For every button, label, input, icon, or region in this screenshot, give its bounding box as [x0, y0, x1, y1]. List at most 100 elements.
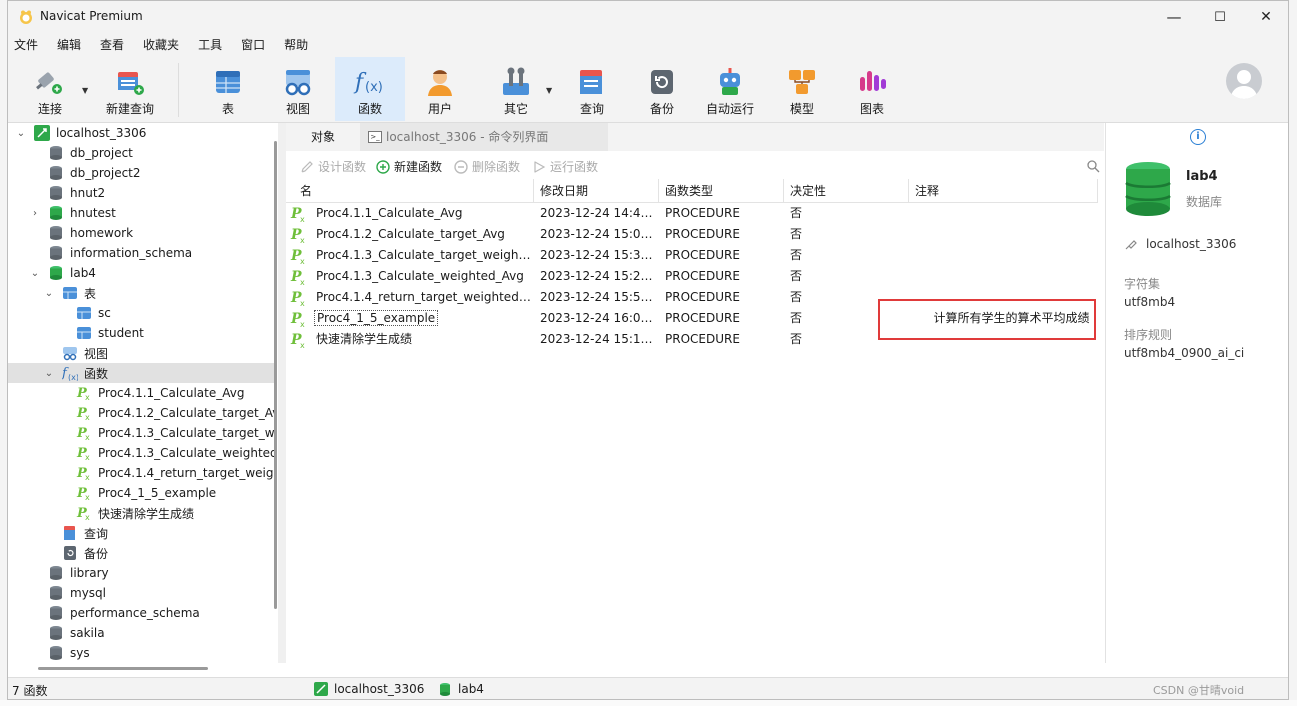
tree-table-node[interactable]: student [8, 323, 274, 343]
tree-database-node[interactable]: sakila [8, 623, 274, 643]
tree-tables-folder[interactable]: ⌄ 表 [8, 283, 274, 303]
tree-function-node[interactable]: Px Proc4.1.1_Calculate_Avg [8, 383, 274, 403]
tree-views-folder[interactable]: 视图 [8, 343, 274, 363]
toolbar-query-button[interactable]: 查询 [570, 57, 614, 121]
connect-dropdown-icon[interactable]: ▼ [82, 86, 88, 95]
table-row[interactable]: Px Proc4.1.3_Calculate_weighted_Avg 2023-1… [286, 266, 1098, 287]
new-function-button[interactable]: 新建函数 [376, 158, 442, 175]
menu-favorites[interactable]: 收藏夹 [137, 33, 190, 57]
chevron-right-icon[interactable]: › [30, 208, 40, 219]
tree-database-node[interactable]: mysql [8, 583, 274, 603]
others-dropdown-icon[interactable]: ▼ [546, 86, 552, 95]
tree-database-node[interactable]: ⌄ lab4 [8, 263, 274, 283]
column-modified-date[interactable]: 修改日期 [534, 179, 659, 203]
database-icon [50, 246, 62, 260]
tree-database-node[interactable]: hnut2 [8, 183, 274, 203]
menu-edit[interactable]: 编辑 [51, 33, 92, 57]
user-avatar[interactable] [1226, 63, 1262, 99]
tab-bar: 对象 >_ localhost_3306 - 命令列界面 [286, 123, 1104, 151]
menu-help[interactable]: 帮助 [278, 33, 319, 57]
tree-node-label: db_project [70, 146, 133, 160]
toolbar-chart-button[interactable]: 图表 [850, 57, 894, 121]
chevron-down-icon[interactable]: ⌄ [16, 128, 26, 139]
toolbar-backup-button[interactable]: 备份 [640, 57, 684, 121]
tree-table-node[interactable]: sc [8, 303, 274, 323]
tree-database-node[interactable]: db_project [8, 143, 274, 163]
tree-function-node[interactable]: Px Proc4.1.3_Calculate_target_weig [8, 423, 276, 443]
navigation-tree: ⌄ localhost_3306 db_project db_project2 hnut… [8, 123, 276, 663]
toolbar-automation-button[interactable]: 自动运行 [702, 57, 758, 121]
tree-database-node[interactable]: library [8, 563, 274, 583]
toolbar-function-button[interactable]: f (x) 函数 [335, 57, 405, 121]
svg-text:x: x [300, 341, 305, 349]
tree-horizontal-scrollbar[interactable] [38, 667, 208, 670]
toolbar-user-button[interactable]: 用户 [418, 57, 462, 121]
tree-database-node[interactable]: db_project2 [8, 163, 274, 183]
toolbar-others-button[interactable]: 其它 [494, 57, 538, 121]
toolbar-model-button[interactable]: 模型 [780, 57, 824, 121]
toolbar-new-query-button[interactable]: 新建查询 [98, 57, 162, 121]
tree-functions-folder[interactable]: ⌄ f (x) 函数 [8, 363, 274, 383]
tree-database-node[interactable]: › hnutest [8, 203, 274, 223]
toolbar-table-button[interactable]: 表 [206, 57, 250, 121]
row-name: Proc4.1.1_Calculate_Avg [316, 206, 463, 220]
procedure-icon: Px [290, 269, 305, 286]
connection-plug-icon [1125, 240, 1137, 250]
column-function-type[interactable]: 函数类型 [659, 179, 784, 203]
search-icon[interactable] [1086, 159, 1100, 173]
tree-node-label: hnutest [70, 206, 116, 220]
svg-text:x: x [300, 236, 305, 244]
chevron-down-icon[interactable]: ⌄ [44, 288, 54, 299]
delete-function-button[interactable]: 删除函数 [454, 158, 520, 175]
chevron-down-icon[interactable]: ⌄ [44, 368, 54, 379]
pane-splitter[interactable] [278, 123, 286, 663]
tree-backup-folder[interactable]: 备份 [8, 543, 274, 563]
status-connection[interactable]: localhost_3306 [314, 682, 424, 696]
column-comment[interactable]: 注释 [909, 179, 1098, 203]
tree-function-node[interactable]: Px Proc4.1.4_return_target_weight [8, 463, 276, 483]
toolbar-connect-button[interactable]: 连接 [30, 57, 70, 121]
status-database[interactable]: lab4 [438, 682, 484, 696]
toolbar-new-query-label: 新建查询 [105, 102, 154, 116]
run-function-button[interactable]: 运行函数 [532, 158, 598, 175]
close-button[interactable]: ✕ [1243, 1, 1288, 33]
table-row[interactable]: Px Proc4.1.1_Calculate_Avg 2023-12-24 14:4… [286, 203, 1098, 224]
toolbar-model-label: 模型 [789, 102, 814, 116]
menu-window[interactable]: 窗口 [235, 33, 276, 57]
maximize-button[interactable]: ☐ [1197, 1, 1243, 33]
table-row[interactable]: Px Proc4.1.3_Calculate_target_weighte... 2… [286, 245, 1098, 266]
menu-tools[interactable]: 工具 [192, 33, 233, 57]
chevron-down-icon[interactable]: ⌄ [30, 268, 40, 279]
tree-connection-node[interactable]: ⌄ localhost_3306 [8, 123, 274, 143]
svg-text:x: x [300, 299, 305, 307]
tree-vertical-scrollbar[interactable] [274, 141, 277, 609]
navicat-logo-icon [20, 10, 32, 24]
tree-function-node[interactable]: Px Proc4.1.2_Calculate_target_Avg [8, 403, 276, 423]
tree-database-node[interactable]: sys [8, 643, 274, 663]
table-folder-icon [63, 287, 77, 299]
tab-objects[interactable]: 对象 [286, 123, 360, 151]
tree-node-label: 快速清除学生成绩 [98, 506, 195, 521]
column-name[interactable]: 名 [294, 179, 534, 203]
table-row[interactable]: Px Proc4.1.2_Calculate_target_Avg 2023-12-… [286, 224, 1098, 245]
tree-database-node[interactable]: information_schema [8, 243, 274, 263]
column-deterministic[interactable]: 决定性 [784, 179, 909, 203]
toolbar-view-button[interactable]: 视图 [276, 57, 320, 121]
toolbar-chart-label: 图表 [859, 102, 884, 116]
database-icon [50, 226, 62, 240]
info-icon[interactable]: i [1190, 129, 1206, 145]
tree-function-node[interactable]: Px Proc4.1.3_Calculate_weighted_A [8, 443, 276, 463]
menu-view[interactable]: 查看 [94, 33, 135, 57]
minimize-button[interactable]: — [1151, 1, 1197, 33]
tree-queries-folder[interactable]: 查询 [8, 523, 274, 543]
tree-database-node[interactable]: performance_schema [8, 603, 274, 623]
design-function-button[interactable]: 设计函数 [300, 158, 366, 175]
delete-function-label: 删除函数 [472, 160, 521, 174]
tree-database-node[interactable]: homework [8, 223, 274, 243]
tab-console[interactable]: >_ localhost_3306 - 命令列界面 [360, 123, 608, 151]
tree-function-node[interactable]: Px 快速清除学生成绩 [8, 503, 274, 523]
play-icon [534, 160, 546, 173]
status-database-label: lab4 [458, 682, 484, 696]
tree-function-node[interactable]: Px Proc4_1_5_example [8, 483, 274, 503]
menu-file[interactable]: 文件 [8, 33, 49, 57]
